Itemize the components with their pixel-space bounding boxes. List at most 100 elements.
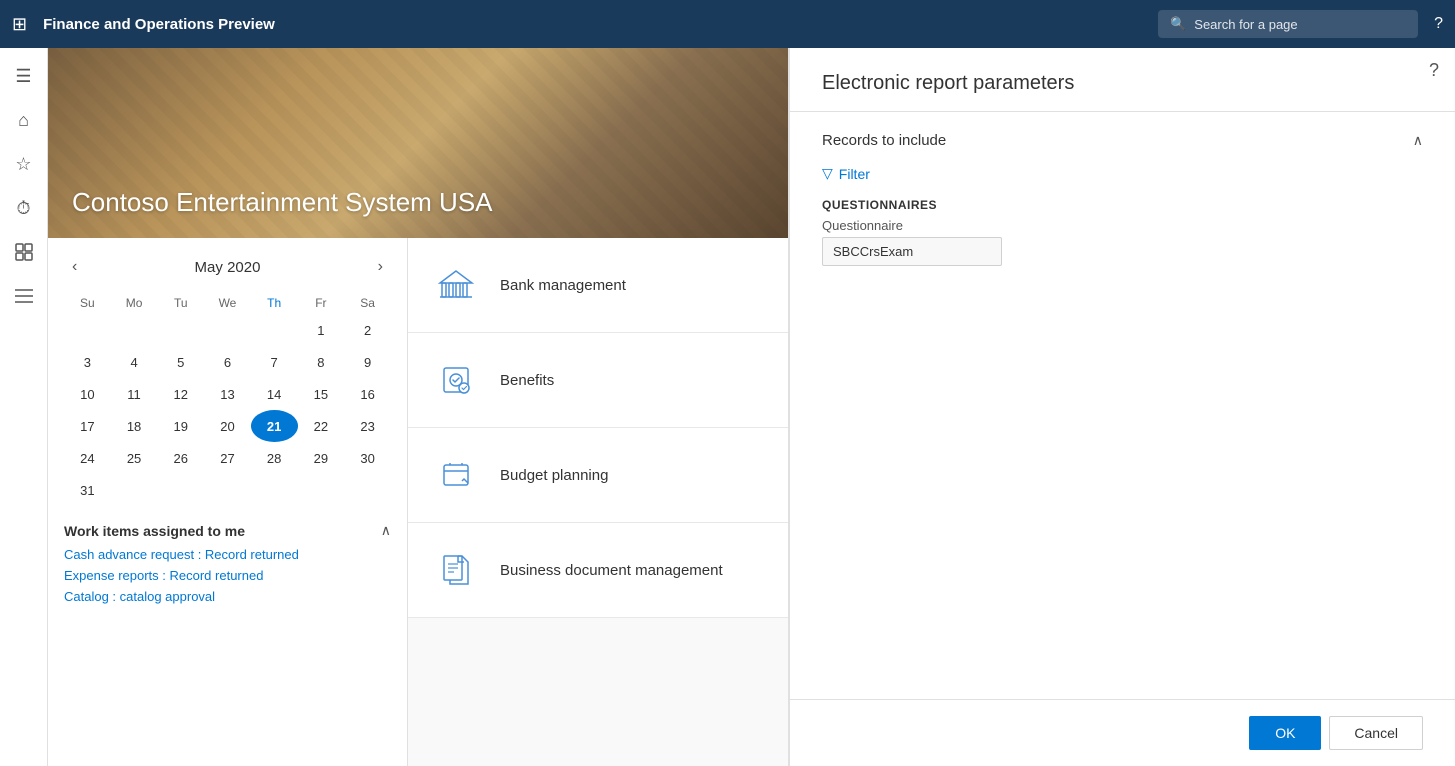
calendar-next-button[interactable]: › [370,254,391,280]
sidebar-item-dashboard[interactable] [4,232,44,272]
work-items-collapse-button[interactable]: ∧ [381,522,391,539]
calendar-day[interactable]: 11 [111,378,158,410]
calendar-day [157,314,204,346]
tile-label: Budget planning [500,467,608,484]
calendar-day[interactable]: 6 [204,346,251,378]
top-nav: ⊞ Finance and Operations Preview 🔍 Searc… [0,0,1455,48]
day-header-th: Th [251,292,298,314]
grid-icon[interactable]: ⊞ [12,14,27,35]
right-panel-body: Records to include ∧ ▽ Filter QUESTIONNA… [790,112,1455,699]
calendar-day[interactable]: 24 [64,442,111,474]
tile-label: Benefits [500,372,554,389]
tile-budget[interactable]: Budget planning [408,428,788,523]
calendar-day[interactable]: 22 [298,410,345,442]
document-icon [432,546,480,594]
main-layout: ☰ ⌂ ☆ ⏱ Contoso Entertainment System USA [0,48,1455,766]
tile-benefits[interactable]: Benefits [408,333,788,428]
calendar-day[interactable]: 19 [157,410,204,442]
calendar-day [204,474,251,506]
work-item-link[interactable]: Expense reports : Record returned [64,568,391,583]
calendar-day[interactable]: 18 [111,410,158,442]
records-section-title: Records to include [822,132,946,149]
calendar-day[interactable]: 30 [344,442,391,474]
work-items-header: Work items assigned to me ∧ [64,522,391,539]
calendar-panel: ‹ May 2020 › Su Mo Tu We Th Fr [48,238,408,766]
calendar-day [64,314,111,346]
right-panel-header: Electronic report parameters [790,48,1455,112]
calendar-grid: Su Mo Tu We Th Fr Sa 1234567891011121314… [64,292,391,506]
dashboard-lower: ‹ May 2020 › Su Mo Tu We Th Fr [48,238,788,766]
search-icon: 🔍 [1170,16,1186,32]
records-collapse-icon[interactable]: ∧ [1413,132,1423,149]
work-items-section: Work items assigned to me ∧ Cash advance… [64,522,391,604]
calendar-day [111,474,158,506]
filter-label: Filter [839,166,870,182]
tile-bank[interactable]: Bank management [408,238,788,333]
calendar-day[interactable]: 26 [157,442,204,474]
records-section-header: Records to include ∧ [822,132,1423,149]
help-icon-top[interactable]: ? [1429,60,1439,81]
work-items-list: Cash advance request : Record returned Ex… [64,547,391,604]
day-header-su: Su [64,292,111,314]
company-name: Contoso Entertainment System USA [72,187,493,218]
sidebar-item-favorites[interactable]: ☆ [4,144,44,184]
calendar-day[interactable]: 3 [64,346,111,378]
day-header-mo: Mo [111,292,158,314]
right-panel-title: Electronic report parameters [822,72,1423,95]
tile-label: Business document management [500,562,723,579]
search-bar[interactable]: 🔍 Search for a page [1158,10,1418,38]
work-item-link[interactable]: Cash advance request : Record returned [64,547,391,562]
calendar-day[interactable]: 9 [344,346,391,378]
work-items-title: Work items assigned to me [64,523,245,539]
calendar-header: ‹ May 2020 › [64,254,391,280]
calendar-day[interactable]: 28 [251,442,298,474]
ok-button[interactable]: OK [1249,716,1321,750]
benefits-icon [432,356,480,404]
hero-banner: Contoso Entertainment System USA [48,48,788,238]
calendar-day[interactable]: 8 [298,346,345,378]
calendar-day[interactable]: 17 [64,410,111,442]
calendar-day[interactable]: 7 [251,346,298,378]
right-panel: ? Electronic report parameters Records t… [788,48,1455,766]
day-header-sa: Sa [344,292,391,314]
sidebar-item-list[interactable] [4,276,44,316]
tiles-panel: Bank management Benefits Budget planning [408,238,788,766]
calendar-day[interactable]: 4 [111,346,158,378]
calendar-day[interactable]: 31 [64,474,111,506]
day-header-we: We [204,292,251,314]
calendar-day[interactable]: 12 [157,378,204,410]
budget-icon [432,451,480,499]
help-icon[interactable]: ? [1434,15,1443,33]
filter-button[interactable]: ▽ Filter [822,165,870,182]
calendar-day [111,314,158,346]
calendar-day[interactable]: 1 [298,314,345,346]
calendar-day[interactable]: 20 [204,410,251,442]
calendar-day[interactable]: 10 [64,378,111,410]
calendar-day [344,474,391,506]
search-placeholder: Search for a page [1194,17,1297,32]
calendar-day[interactable]: 15 [298,378,345,410]
calendar-day[interactable]: 29 [298,442,345,474]
questionnaire-input[interactable] [822,237,1002,266]
tile-document[interactable]: Business document management [408,523,788,618]
bank-icon [432,261,480,309]
sidebar-item-menu[interactable]: ☰ [4,56,44,96]
calendar-day[interactable]: 14 [251,378,298,410]
calendar-day [251,474,298,506]
calendar-day [298,474,345,506]
cancel-button[interactable]: Cancel [1329,716,1423,750]
calendar-day [204,314,251,346]
calendar-prev-button[interactable]: ‹ [64,254,85,280]
calendar-day[interactable]: 25 [111,442,158,474]
sidebar-item-home[interactable]: ⌂ [4,100,44,140]
calendar-day[interactable]: 16 [344,378,391,410]
calendar-day[interactable]: 5 [157,346,204,378]
calendar-day[interactable]: 2 [344,314,391,346]
day-header-tu: Tu [157,292,204,314]
calendar-day[interactable]: 13 [204,378,251,410]
calendar-day[interactable]: 23 [344,410,391,442]
sidebar-item-recent[interactable]: ⏱ [4,188,44,228]
work-item-link[interactable]: Catalog : catalog approval [64,589,391,604]
calendar-day[interactable]: 21 [251,410,298,442]
calendar-day[interactable]: 27 [204,442,251,474]
